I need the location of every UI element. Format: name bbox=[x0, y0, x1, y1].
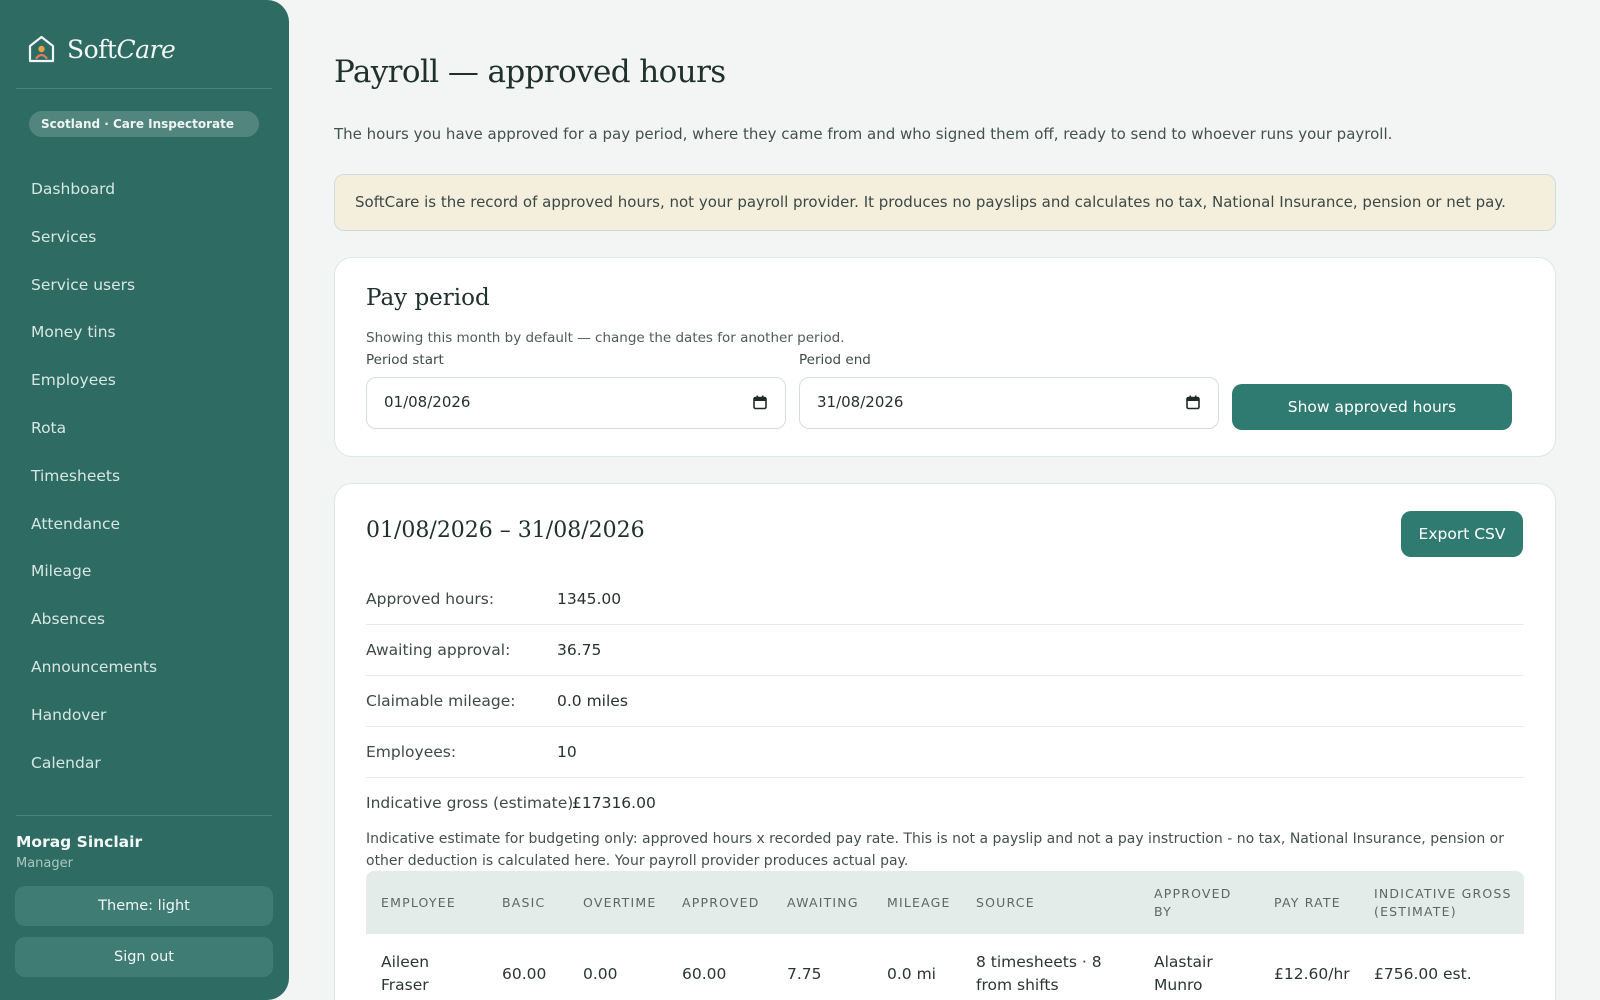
nav-item-money-tins[interactable]: Money tins bbox=[0, 309, 289, 357]
period-start-value: 01/08/2026 bbox=[384, 393, 471, 411]
table-header: EMPLOYEE BASIC OVERTIME APPROVED AWAITIN… bbox=[366, 871, 1524, 934]
period-start-input[interactable]: 01/08/2026 bbox=[366, 377, 786, 429]
col-approved[interactable]: APPROVED bbox=[682, 871, 760, 934]
stat-value: 36.75 bbox=[557, 641, 602, 659]
period-start-label: Period start bbox=[366, 352, 444, 368]
col-awaiting[interactable]: AWAITING bbox=[787, 871, 859, 934]
calendar-icon[interactable] bbox=[753, 395, 767, 410]
col-mileage[interactable]: MILEAGE bbox=[887, 871, 951, 934]
sidebar: SoftCare Scotland · Care Inspectorate Da… bbox=[0, 0, 289, 1000]
nav-item-rota[interactable]: Rota bbox=[0, 405, 289, 453]
cell-employee[interactable]: Aileen Fraser bbox=[381, 934, 471, 1000]
stat-label: Approved hours: bbox=[366, 590, 495, 608]
main-nav: Dashboard Services Service users Money t… bbox=[0, 166, 289, 787]
stat-label: Employees: bbox=[366, 743, 457, 761]
col-employee[interactable]: EMPLOYEE bbox=[381, 871, 456, 934]
cell-basic: 60.00 bbox=[502, 964, 547, 983]
nav-item-absences[interactable]: Absences bbox=[0, 596, 289, 644]
cell-overtime: 0.00 bbox=[583, 964, 618, 983]
summary-card: 01/08/2026 – 31/08/2026 Export CSV Appro… bbox=[334, 483, 1556, 1000]
stat-value: 10 bbox=[557, 743, 577, 761]
info-notice: SoftCare is the record of approved hours… bbox=[334, 174, 1556, 231]
stat-value: £17316.00 bbox=[572, 794, 656, 812]
cell-indicative-gross: £756.00 est. bbox=[1374, 964, 1472, 983]
divider bbox=[16, 88, 272, 89]
cell-mileage: 0.0 mi bbox=[887, 964, 936, 983]
divider bbox=[16, 815, 272, 816]
period-end-value: 31/08/2026 bbox=[817, 393, 904, 411]
table-row[interactable]: Aileen Fraser 60.00 0.00 60.00 7.75 0.0 … bbox=[366, 934, 1524, 1000]
calendar-icon[interactable] bbox=[1186, 395, 1200, 410]
user-role: Manager bbox=[16, 856, 73, 871]
brand[interactable]: SoftCare bbox=[28, 34, 176, 64]
sign-out-button[interactable]: Sign out bbox=[15, 937, 273, 977]
pay-period-card: Pay period Showing this month by default… bbox=[334, 257, 1556, 457]
col-pay-rate[interactable]: PAY RATE bbox=[1274, 871, 1341, 934]
home-logo-icon bbox=[28, 35, 55, 63]
stat-indicative-gross: Indicative gross (estimate): £17316.00 bbox=[366, 778, 1524, 829]
stat-label: Claimable mileage: bbox=[366, 692, 516, 710]
region-badge: Scotland · Care Inspectorate bbox=[29, 111, 259, 137]
brand-name: SoftCare bbox=[67, 34, 176, 64]
estimate-disclaimer: Indicative estimate for budgeting only: … bbox=[366, 831, 1504, 869]
stat-approved-hours: Approved hours: 1345.00 bbox=[366, 574, 1524, 625]
cell-awaiting: 7.75 bbox=[787, 964, 822, 983]
col-source[interactable]: SOURCE bbox=[976, 871, 1035, 934]
cell-source: 8 timesheets · 8 from shifts bbox=[976, 953, 1102, 994]
col-indicative-gross[interactable]: INDICATIVE GROSS (ESTIMATE) bbox=[1374, 871, 1524, 934]
cell-approved: 60.00 bbox=[682, 964, 727, 983]
period-range-title: 01/08/2026 – 31/08/2026 bbox=[366, 518, 645, 543]
nav-item-mileage[interactable]: Mileage bbox=[0, 548, 289, 596]
cell-approved-by: Alastair Munro bbox=[1154, 953, 1213, 994]
stat-claimable-mileage: Claimable mileage: 0.0 miles bbox=[366, 676, 1524, 727]
nav-item-timesheets[interactable]: Timesheets bbox=[0, 453, 289, 501]
nav-item-dashboard[interactable]: Dashboard bbox=[0, 166, 289, 214]
nav-item-employees[interactable]: Employees bbox=[0, 357, 289, 405]
page-subtitle: The hours you have approved for a pay pe… bbox=[334, 125, 1393, 143]
period-end-label: Period end bbox=[799, 352, 871, 368]
nav-item-service-users[interactable]: Service users bbox=[0, 262, 289, 310]
nav-item-services[interactable]: Services bbox=[0, 214, 289, 262]
cell-pay-rate: £12.60/hr bbox=[1274, 964, 1350, 983]
col-approved-by[interactable]: APPROVED BY bbox=[1154, 871, 1239, 934]
stat-value: 1345.00 bbox=[557, 590, 622, 608]
show-approved-hours-button[interactable]: Show approved hours bbox=[1232, 384, 1512, 430]
stat-label: Indicative gross (estimate): bbox=[366, 794, 579, 812]
export-csv-button[interactable]: Export CSV bbox=[1401, 511, 1523, 557]
payroll-table: EMPLOYEE BASIC OVERTIME APPROVED AWAITIN… bbox=[366, 871, 1524, 1000]
user-name: Morag Sinclair bbox=[16, 833, 143, 851]
page-title: Payroll — approved hours bbox=[334, 54, 726, 90]
stat-label: Awaiting approval: bbox=[366, 641, 511, 659]
nav-item-attendance[interactable]: Attendance bbox=[0, 501, 289, 549]
nav-item-announcements[interactable]: Announcements bbox=[0, 644, 289, 692]
stat-employees: Employees: 10 bbox=[366, 727, 1524, 778]
nav-item-handover[interactable]: Handover bbox=[0, 692, 289, 740]
col-overtime[interactable]: OVERTIME bbox=[583, 871, 656, 934]
card-title: Pay period bbox=[366, 285, 490, 311]
col-basic[interactable]: BASIC bbox=[502, 871, 545, 934]
period-hint: Showing this month by default — change t… bbox=[366, 330, 845, 346]
period-end-input[interactable]: 31/08/2026 bbox=[799, 377, 1219, 429]
nav-item-calendar[interactable]: Calendar bbox=[0, 740, 289, 788]
stat-awaiting-approval: Awaiting approval: 36.75 bbox=[366, 625, 1524, 676]
theme-toggle-button[interactable]: Theme: light bbox=[15, 886, 273, 926]
stat-value: 0.0 miles bbox=[557, 692, 628, 710]
